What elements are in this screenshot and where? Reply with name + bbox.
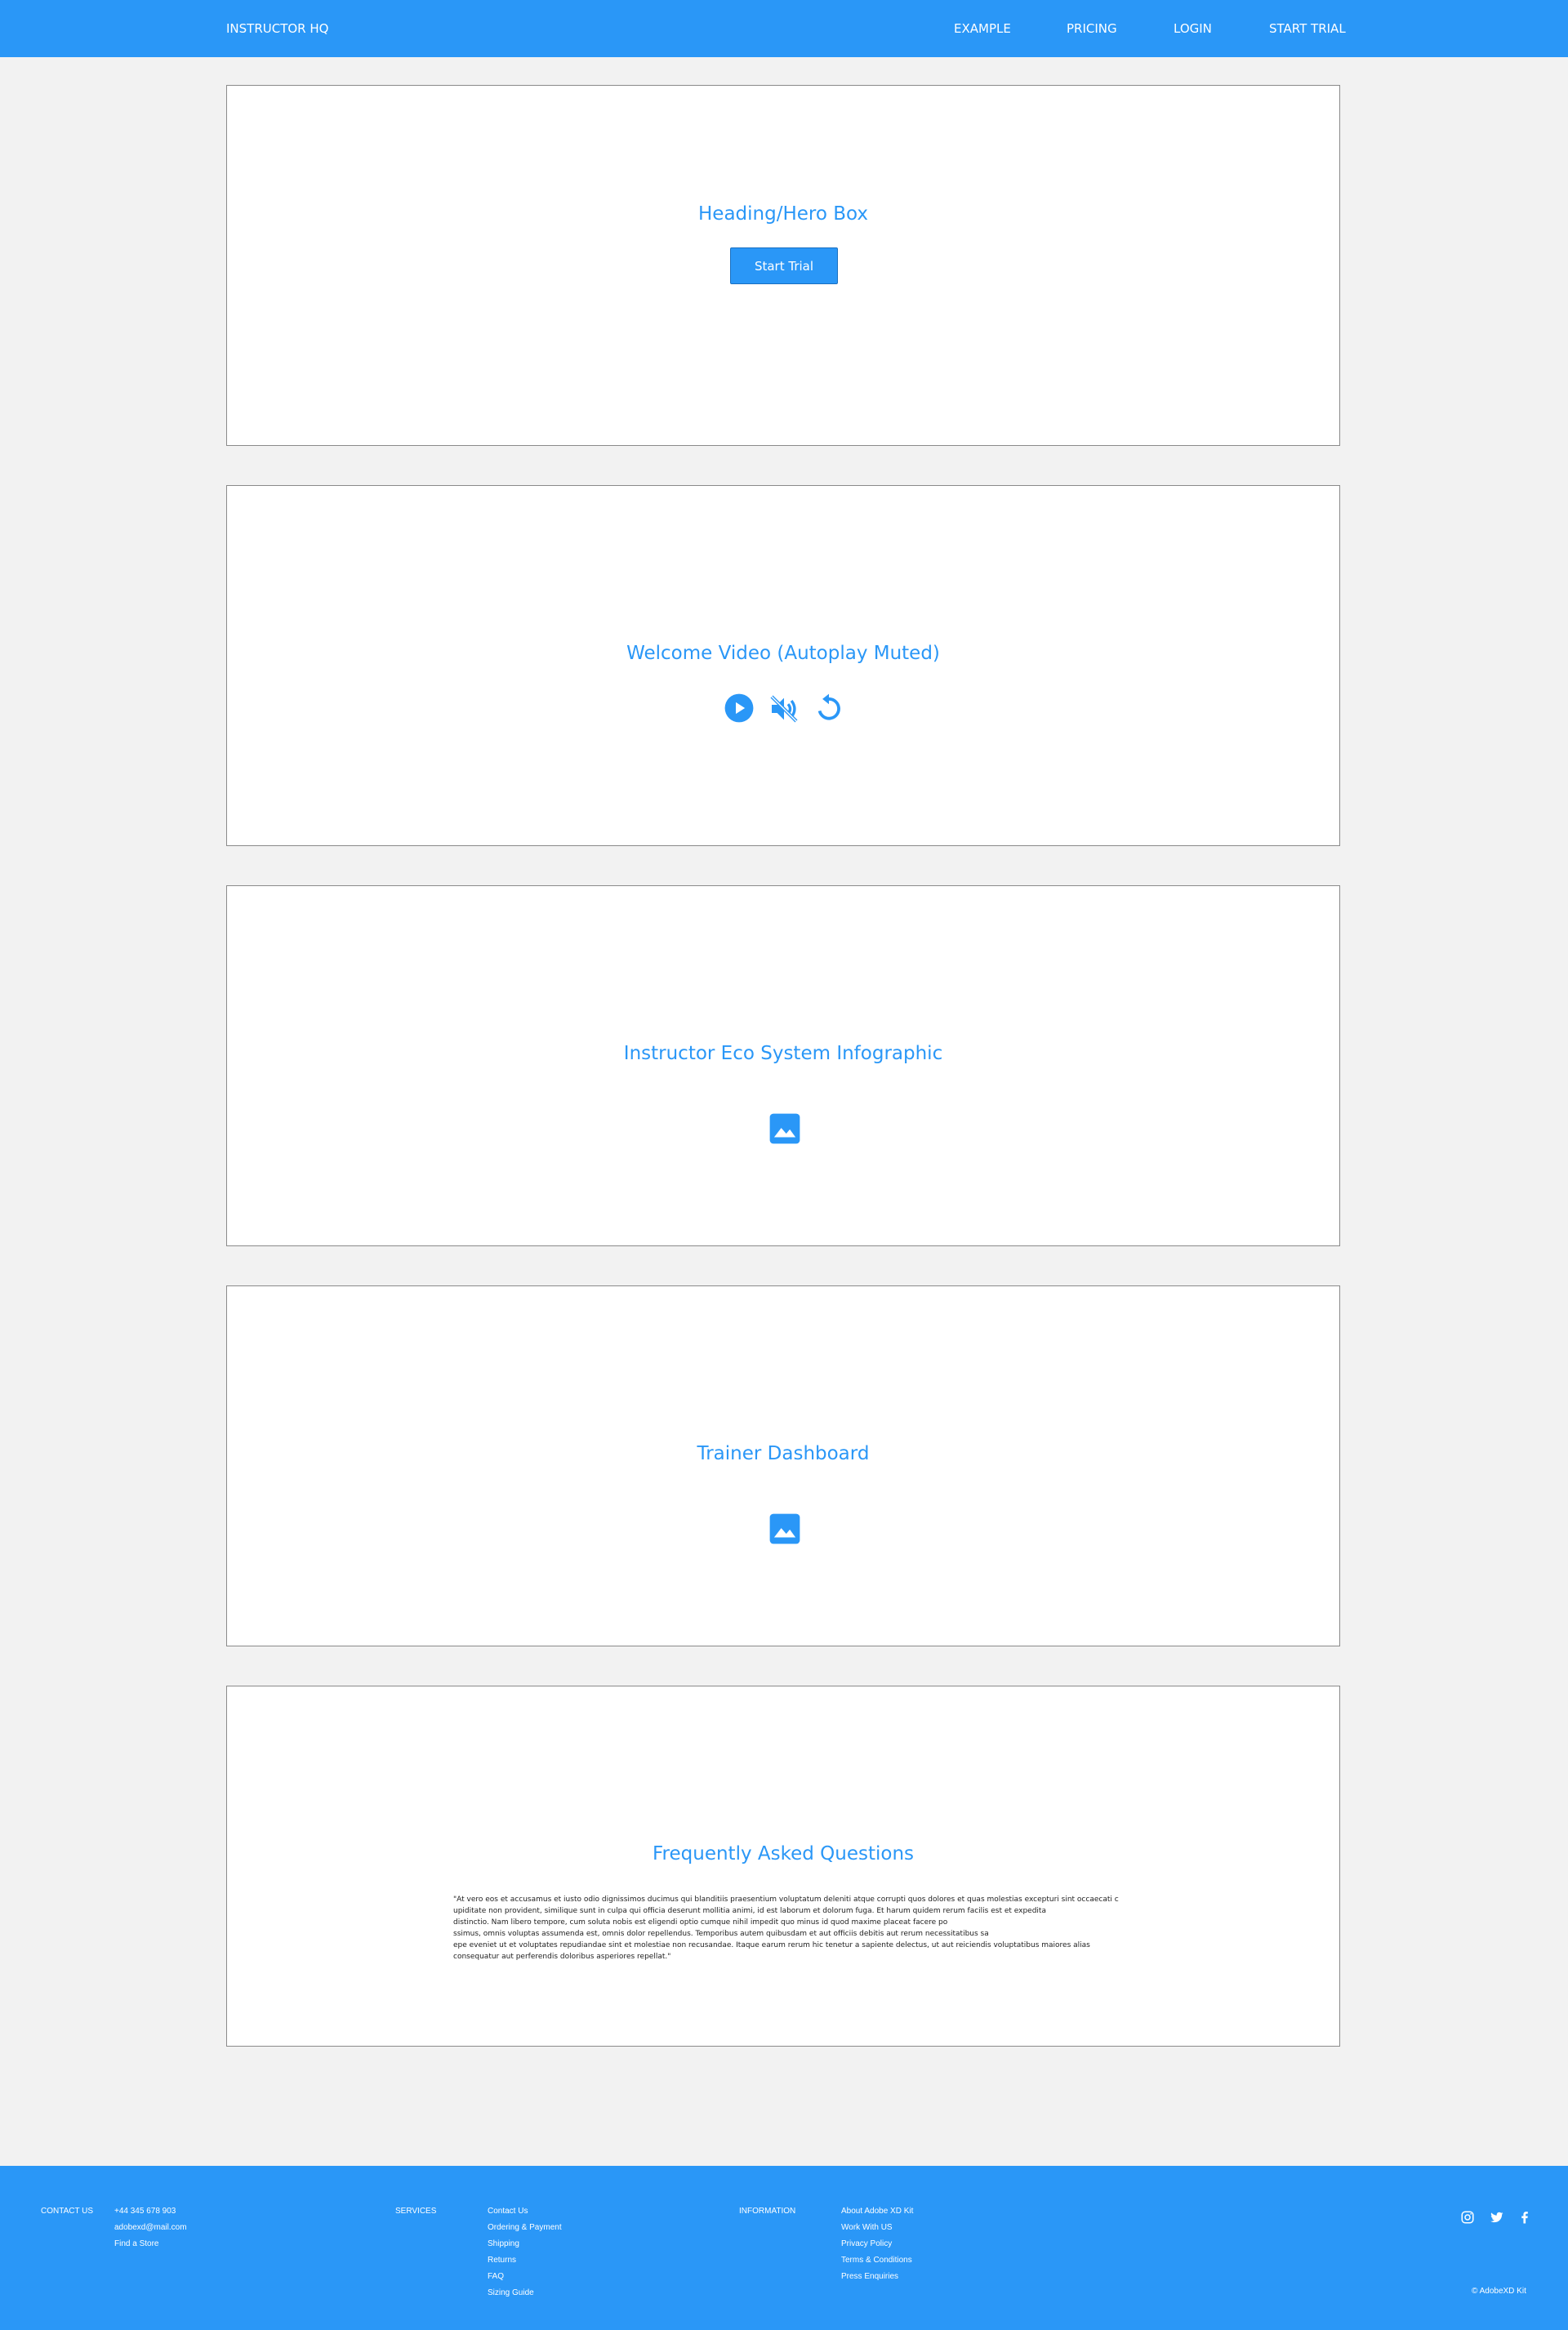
faq-body-text: "At vero eos et accusamus et iusto odio … bbox=[453, 1896, 1119, 1961]
footer-information-heading: INFORMATION bbox=[739, 2207, 796, 2216]
mute-icon[interactable] bbox=[768, 693, 800, 728]
footer-link-shipping[interactable]: Shipping bbox=[488, 2239, 519, 2248]
footer-email[interactable]: adobexd@mail.com bbox=[114, 2223, 187, 2232]
footer-phone[interactable]: +44 345 678 903 bbox=[114, 2207, 176, 2216]
brand-logo[interactable]: INSTRUCTOR HQ bbox=[226, 21, 328, 36]
nav-link-start-trial[interactable]: START TRIAL bbox=[1269, 21, 1346, 36]
hero-box: Heading/Hero Box Start Trial bbox=[226, 85, 1340, 446]
footer-link-privacy[interactable]: Privacy Policy bbox=[841, 2239, 892, 2248]
faq-title: Frequently Asked Questions bbox=[652, 1843, 915, 1864]
footer-contact-heading: CONTACT US bbox=[41, 2207, 94, 2216]
footer-link-faq[interactable]: FAQ bbox=[488, 2272, 504, 2281]
image-icon bbox=[768, 1112, 802, 1149]
footer-copyright: © AdobeXD Kit bbox=[1472, 2287, 1526, 2296]
image-icon bbox=[768, 1512, 802, 1549]
footer-link-returns[interactable]: Returns bbox=[488, 2256, 516, 2265]
start-trial-button[interactable]: Start Trial bbox=[730, 247, 838, 284]
facebook-icon[interactable] bbox=[1517, 2210, 1532, 2229]
footer-link-ordering-payment[interactable]: Ordering & Payment bbox=[488, 2223, 562, 2232]
footer-link-about[interactable]: About Adobe XD Kit bbox=[841, 2207, 913, 2216]
footer: CONTACT US +44 345 678 903 adobexd@mail.… bbox=[0, 2166, 1568, 2330]
nav-link-pricing[interactable]: PRICING bbox=[1067, 21, 1117, 36]
replay-icon[interactable] bbox=[813, 693, 844, 727]
faq-box: Frequently Asked Questions "At vero eos … bbox=[226, 1686, 1340, 2047]
nav-link-example[interactable]: EXAMPLE bbox=[954, 21, 1011, 36]
footer-services-heading: SERVICES bbox=[395, 2207, 437, 2216]
footer-link-work-with-us[interactable]: Work With US bbox=[841, 2223, 893, 2232]
twitter-icon[interactable] bbox=[1490, 2210, 1504, 2229]
footer-link-contact-us[interactable]: Contact Us bbox=[488, 2207, 528, 2216]
infographic-box: Instructor Eco System Infographic bbox=[226, 885, 1340, 1246]
footer-link-press[interactable]: Press Enquiries bbox=[841, 2272, 898, 2281]
instagram-icon[interactable] bbox=[1460, 2210, 1475, 2229]
trainer-dashboard-box: Trainer Dashboard bbox=[226, 1285, 1340, 1646]
footer-find-store-link[interactable]: Find a Store bbox=[114, 2239, 158, 2248]
top-nav-bar: INSTRUCTOR HQ EXAMPLE PRICING LOGIN STAR… bbox=[0, 0, 1568, 57]
infographic-title: Instructor Eco System Infographic bbox=[623, 1043, 943, 1064]
footer-link-terms[interactable]: Terms & Conditions bbox=[841, 2256, 912, 2265]
play-icon[interactable] bbox=[724, 693, 755, 727]
nav-link-login[interactable]: LOGIN bbox=[1174, 21, 1212, 36]
hero-title: Heading/Hero Box bbox=[698, 203, 868, 225]
video-title: Welcome Video (Autoplay Muted) bbox=[626, 643, 940, 664]
footer-link-sizing-guide[interactable]: Sizing Guide bbox=[488, 2288, 534, 2297]
dashboard-title: Trainer Dashboard bbox=[697, 1443, 870, 1464]
welcome-video-box: Welcome Video (Autoplay Muted) bbox=[226, 485, 1340, 846]
